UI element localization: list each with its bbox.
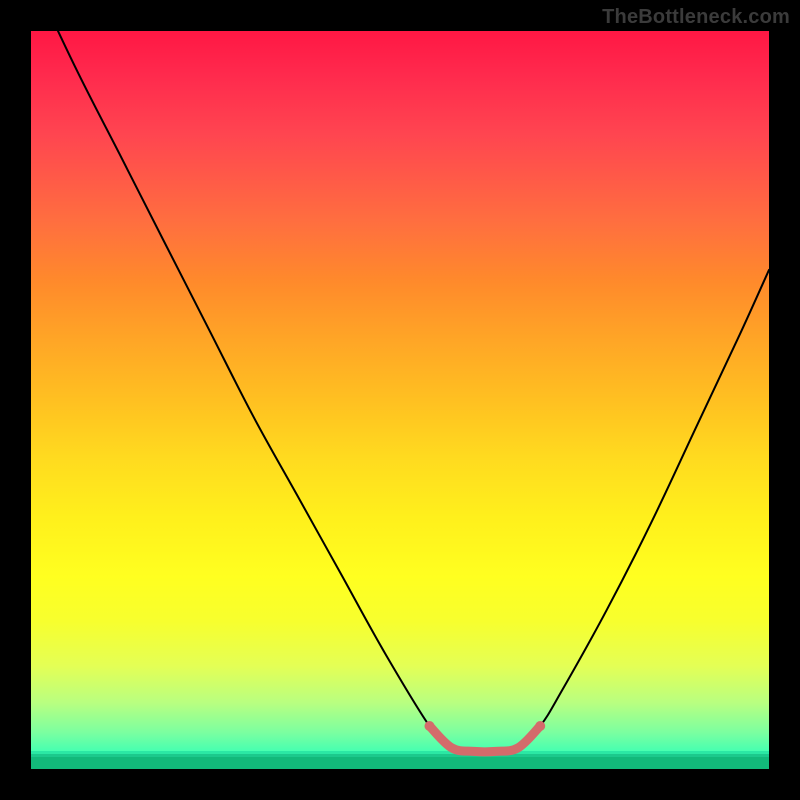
- chart-stage: TheBottleneck.com: [0, 0, 800, 800]
- bottleneck-marker-segment: [430, 726, 541, 752]
- watermark-text: TheBottleneck.com: [602, 6, 790, 29]
- plot-area: [31, 31, 769, 769]
- bottleneck-marker-dots: [425, 721, 546, 731]
- marker-dot: [535, 721, 545, 731]
- marker-dot: [425, 721, 435, 731]
- bottleneck-curve-svg: [31, 31, 769, 769]
- bottleneck-curve-line: [31, 31, 769, 752]
